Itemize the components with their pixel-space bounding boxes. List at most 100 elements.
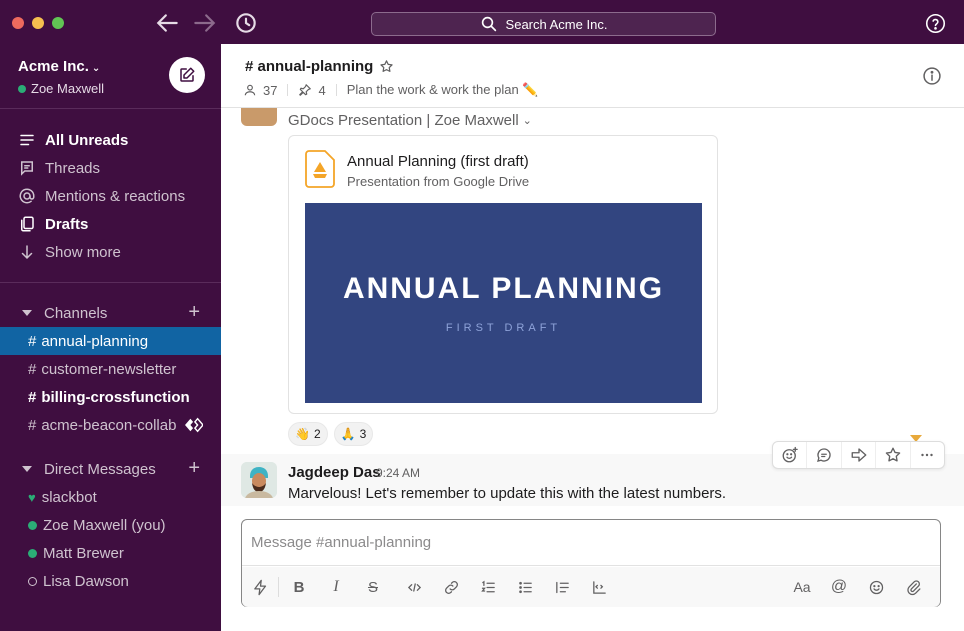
format-toggle-button[interactable]: Aa	[790, 575, 814, 599]
channel-title[interactable]: # annual-planning	[245, 58, 394, 75]
sidebar-item-threads[interactable]: Threads	[18, 154, 100, 182]
info-icon[interactable]	[922, 66, 942, 86]
add-channel-icon[interactable]: +	[188, 302, 200, 322]
member-count[interactable]: 37	[263, 83, 277, 98]
message-input[interactable]	[242, 520, 940, 566]
file-preview-card[interactable]: Annual Planning (first draft) Presentati…	[288, 135, 718, 414]
more-actions-button[interactable]	[911, 442, 944, 468]
slide-subtitle: FIRST DRAFT	[445, 322, 562, 334]
maximize-window-button[interactable]	[52, 17, 64, 29]
sidebar-item-acme-beacon-collab[interactable]: # acme-beacon-collab	[0, 411, 221, 439]
dms-section-header[interactable]: Direct Messages +	[22, 455, 208, 483]
emoji-button[interactable]	[864, 575, 888, 599]
italic-button[interactable]: I	[324, 575, 348, 599]
close-window-button[interactable]	[12, 17, 24, 29]
dm-name: Zoe Maxwell (you)	[43, 516, 166, 534]
user-portrait-icon	[241, 462, 277, 498]
bulleted-list-button[interactable]	[513, 575, 537, 599]
save-message-button[interactable]	[876, 442, 911, 468]
attach-file-button[interactable]	[901, 575, 925, 599]
hash-icon: #	[28, 360, 37, 378]
dm-name: slackbot	[41, 488, 97, 506]
strikethrough-button[interactable]: S	[361, 575, 385, 599]
workspace-switcher[interactable]: Acme Inc. ⌄	[18, 58, 100, 75]
sidebar-item-drafts[interactable]: Drafts	[18, 210, 88, 238]
sidebar-item-mentions[interactable]: Mentions & reactions	[18, 182, 185, 210]
chevron-down-icon: ⌄	[522, 115, 532, 127]
composer-toolbar: B I S Aa @	[242, 567, 940, 607]
presentation-thumbnail[interactable]: ANNUAL PLANNING FIRST DRAFT	[305, 203, 702, 403]
pray-emoji-icon: 🙏	[340, 427, 356, 441]
presence-active-icon	[28, 520, 37, 530]
add-dm-icon[interactable]: +	[188, 458, 200, 478]
history-clock-icon[interactable]	[233, 10, 259, 36]
sidebar-item-lisa-dawson[interactable]: Lisa Dawson	[0, 567, 221, 595]
dms-heading: Direct Messages	[44, 460, 156, 478]
reply-thread-button[interactable]	[807, 442, 842, 468]
search-icon	[481, 16, 496, 32]
message-actions	[772, 441, 945, 469]
add-reaction-button[interactable]	[773, 442, 808, 468]
channels-section-header[interactable]: Channels +	[22, 299, 208, 327]
sidebar-divider	[0, 108, 221, 109]
meta-divider	[287, 84, 289, 96]
current-user-name: Zoe Maxwell	[31, 81, 104, 96]
code-button[interactable]	[402, 575, 426, 599]
sidebar-item-show-more[interactable]: Show more	[18, 238, 121, 266]
avatar[interactable]	[241, 462, 277, 498]
arrow-down-icon	[21, 245, 33, 260]
sidebar-item-zoe-maxwell[interactable]: Zoe Maxwell (you)	[0, 511, 221, 539]
link-icon	[444, 580, 458, 594]
sidebar-item-matt-brewer[interactable]: Matt Brewer	[0, 539, 221, 567]
lightning-icon	[253, 579, 266, 595]
hash-icon: #	[28, 388, 37, 406]
google-slides-file-icon	[305, 150, 335, 188]
list-lines-icon	[20, 134, 34, 146]
strikethrough-icon: S	[367, 578, 378, 596]
drafts-icon	[21, 216, 34, 232]
sidebar-item-all-unreads[interactable]: All Unreads	[18, 126, 128, 154]
pin-count[interactable]: 4	[318, 83, 325, 98]
reply-thread-icon	[817, 448, 831, 462]
sidebar-item-label: Mentions & reactions	[45, 187, 186, 205]
reaction-wave[interactable]: 👋 2	[288, 422, 328, 446]
message-timestamp[interactable]: 9:24 AM	[376, 466, 420, 480]
minimize-window-button[interactable]	[32, 17, 44, 29]
caret-down-icon	[22, 466, 32, 472]
main-panel: # annual-planning 37 4 Plan the work & w…	[221, 44, 964, 631]
reaction-pray[interactable]: 🙏 3	[333, 422, 374, 446]
sidebar-item-annual-planning[interactable]: # annual-planning	[0, 327, 221, 355]
presence-active-icon	[18, 84, 26, 93]
mention-button[interactable]: @	[827, 575, 851, 599]
sidebar-item-slackbot[interactable]: ♥ slackbot	[0, 483, 221, 511]
file-title[interactable]: Annual Planning (first draft)	[347, 153, 529, 170]
emoji-icon	[869, 580, 883, 594]
link-button[interactable]	[439, 575, 463, 599]
sidebar-item-customer-newsletter[interactable]: # customer-newsletter	[0, 355, 221, 383]
caret-down-icon	[22, 310, 32, 316]
star-icon[interactable]	[379, 59, 394, 74]
title-bar: Search Acme Inc.	[0, 0, 964, 44]
code-block-icon	[592, 580, 606, 594]
compose-button[interactable]	[169, 57, 205, 93]
wave-emoji-icon: 👋	[295, 427, 310, 441]
help-icon[interactable]	[925, 13, 946, 34]
shortcuts-button[interactable]	[248, 575, 272, 599]
search-bar[interactable]: Search Acme Inc.	[371, 12, 716, 36]
sidebar-item-billing-crossfunction[interactable]: # billing-crossfunction	[0, 383, 221, 411]
pin-icon[interactable]	[298, 83, 312, 97]
members-icon[interactable]	[243, 83, 257, 97]
back-arrow-icon[interactable]	[155, 10, 181, 36]
share-message-button[interactable]	[842, 442, 877, 468]
numbered-list-button[interactable]	[476, 575, 500, 599]
avatar[interactable]	[241, 108, 277, 126]
channel-topic[interactable]: Plan the work & work the plan ✏️	[347, 82, 539, 98]
current-user[interactable]: Zoe Maxwell	[18, 81, 104, 96]
format-icon: Aa	[793, 579, 811, 595]
file-source-line[interactable]: GDocs Presentation | Zoe Maxwell ⌄	[288, 112, 532, 129]
code-block-button[interactable]	[587, 575, 611, 599]
message-author[interactable]: Jagdeep Das	[288, 464, 381, 481]
forward-arrow-icon[interactable]	[191, 10, 217, 36]
blockquote-button[interactable]	[550, 575, 574, 599]
bold-button[interactable]: B	[287, 575, 311, 599]
